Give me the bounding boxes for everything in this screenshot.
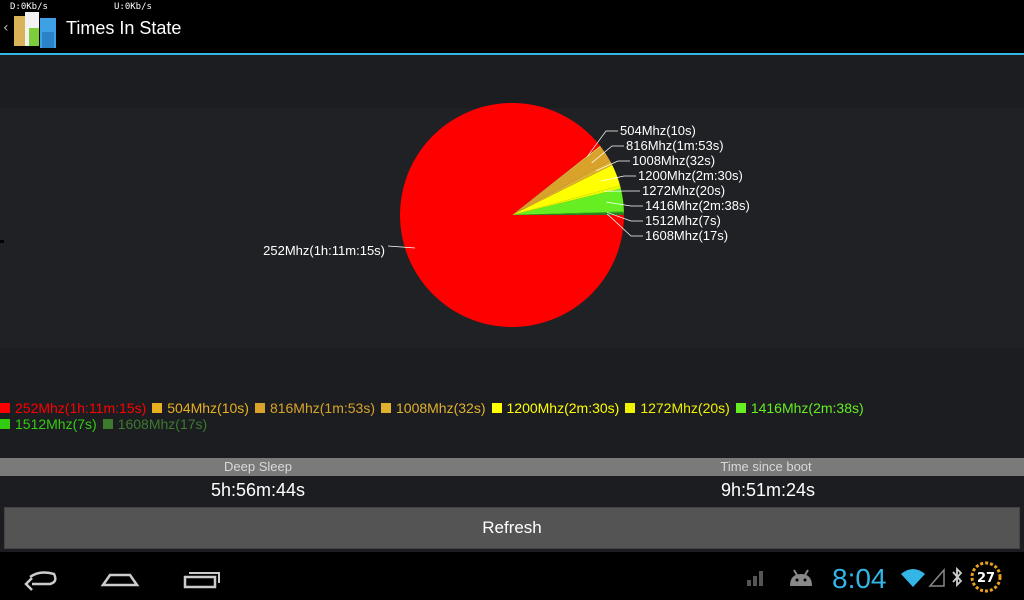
legend-label: 1512Mhz(7s) <box>15 416 97 432</box>
battery-level-icon: 27 <box>970 561 1002 593</box>
legend-label: 1200Mhz(2m:30s) <box>506 400 620 416</box>
stats-header: Deep Sleep Time since boot <box>0 458 1024 476</box>
chart-left-marker <box>0 240 4 243</box>
android-debug-icon <box>790 569 812 586</box>
upload-speed: U:0Kb/s <box>114 2 152 12</box>
legend-item: 816Mhz(1m:53s) <box>254 400 375 416</box>
legend-item: 1416Mhz(2m:38s) <box>735 400 864 416</box>
clock: 8:04 <box>832 563 887 594</box>
legend-swatch <box>254 403 265 413</box>
legend-label: 1608Mhz(17s) <box>117 416 208 432</box>
signal-icon <box>747 571 763 586</box>
pie-slice-label: 1200Mhz(2m:30s) <box>638 168 743 183</box>
pie-slice-label: 252Mhz(1h:11m:15s) <box>263 243 385 258</box>
legend-label: 1008Mhz(32s) <box>396 400 486 416</box>
recent-apps-icon[interactable] <box>182 562 222 592</box>
pie-slice-label: 1608Mhz(17s) <box>645 228 728 243</box>
since-boot-label: Time since boot <box>720 459 812 474</box>
legend-label: 1272Mhz(20s) <box>640 400 730 416</box>
up-caret-icon[interactable]: ‹ <box>3 20 9 36</box>
legend-label: 1416Mhz(2m:38s) <box>750 400 864 416</box>
bluetooth-icon <box>952 566 963 588</box>
legend-swatch <box>0 419 10 429</box>
legend-item: 252Mhz(1h:11m:15s) <box>0 400 146 416</box>
legend-row-1: 252Mhz(1h:11m:15s) 504Mhz(10s) 816Mhz(1m:5… <box>0 400 1024 416</box>
legend-swatch <box>0 403 10 413</box>
legend-swatch <box>625 403 636 413</box>
deep-sleep-label: Deep Sleep <box>224 459 292 474</box>
mobile-signal-icon <box>928 568 945 587</box>
legend-swatch <box>102 419 113 429</box>
battery-level-text: 27 <box>977 571 995 586</box>
pie-slice-label: 816Mhz(1m:53s) <box>626 138 724 153</box>
back-icon[interactable] <box>20 562 60 592</box>
legend-item: 1272Mhz(20s) <box>625 400 730 416</box>
times-in-state-pie-chart: 504Mhz(10s)816Mhz(1m:53s)1008Mhz(32s)120… <box>263 102 750 327</box>
pie-slice-label: 1008Mhz(32s) <box>632 153 715 168</box>
legend-item: 504Mhz(10s) <box>152 400 249 416</box>
pie-slice-label: 504Mhz(10s) <box>620 123 696 138</box>
home-icon[interactable] <box>100 562 140 592</box>
action-bar: D:0Kb/s U:0Kb/s ‹ Times In State <box>0 0 1024 55</box>
legend-item: 1200Mhz(2m:30s) <box>491 400 620 416</box>
legend-swatch <box>381 403 391 413</box>
system-navigation-bar: 8:04 27 <box>0 552 1024 600</box>
pie-slice-label: 1512Mhz(7s) <box>645 213 721 228</box>
page-title: Times In State <box>66 18 182 38</box>
legend-item: 1008Mhz(32s) <box>381 400 486 416</box>
app-icon[interactable] <box>12 8 60 52</box>
deep-sleep-value: 5h:56m:44s <box>210 480 306 500</box>
legend-item: 1512Mhz(7s) <box>0 416 97 432</box>
legend-row-2: 1512Mhz(7s) 1608Mhz(17s) <box>0 416 1024 432</box>
legend-swatch <box>152 403 163 413</box>
chart-legend: 252Mhz(1h:11m:15s) 504Mhz(10s) 816Mhz(1m:5… <box>0 400 1024 432</box>
legend-label: 252Mhz(1h:11m:15s) <box>15 400 147 416</box>
wifi-icon <box>901 569 925 587</box>
legend-swatch <box>491 403 502 413</box>
legend-label: 816Mhz(1m:53s) <box>269 400 375 416</box>
pie-slice-label: 1272Mhz(20s) <box>642 183 725 198</box>
legend-label: 504Mhz(10s) <box>167 400 249 416</box>
refresh-button[interactable]: Refresh <box>4 507 1020 549</box>
screen: D:0Kb/s U:0Kb/s ‹ Times In State 504Mhz(… <box>0 0 1024 600</box>
legend-item: 1608Mhz(17s) <box>102 416 208 432</box>
legend-swatch <box>735 403 746 413</box>
since-boot-value: 9h:51m:24s <box>720 480 816 500</box>
pie-slice-label: 1416Mhz(2m:38s) <box>645 198 750 213</box>
